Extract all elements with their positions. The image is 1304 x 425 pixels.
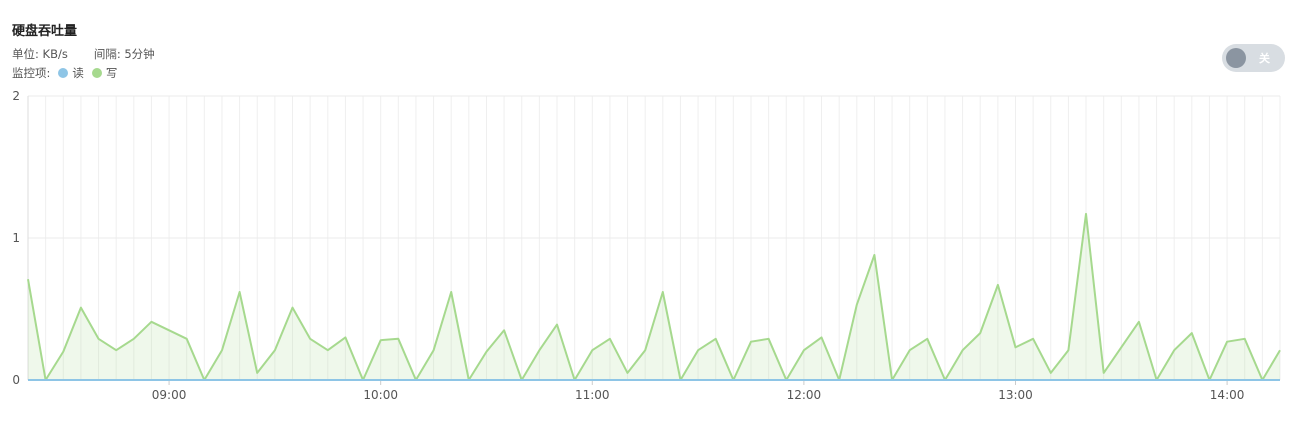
x-tick-label: 14:00 bbox=[1210, 388, 1245, 402]
y-tick-label: 2 bbox=[12, 89, 20, 103]
x-tick-label: 12:00 bbox=[787, 388, 822, 402]
y-tick-label: 0 bbox=[12, 373, 20, 387]
throughput-chart: 0 1 2 09:00 10:00 11:00 12:00 13:00 14:00 bbox=[12, 89, 1281, 402]
x-tick-label: 09:00 bbox=[152, 388, 187, 402]
series-area-write bbox=[28, 213, 1280, 380]
x-tick-label: 13:00 bbox=[998, 388, 1033, 402]
y-tick-label: 1 bbox=[12, 231, 20, 245]
x-tick-label: 11:00 bbox=[575, 388, 610, 402]
x-tick-label: 10:00 bbox=[363, 388, 398, 402]
